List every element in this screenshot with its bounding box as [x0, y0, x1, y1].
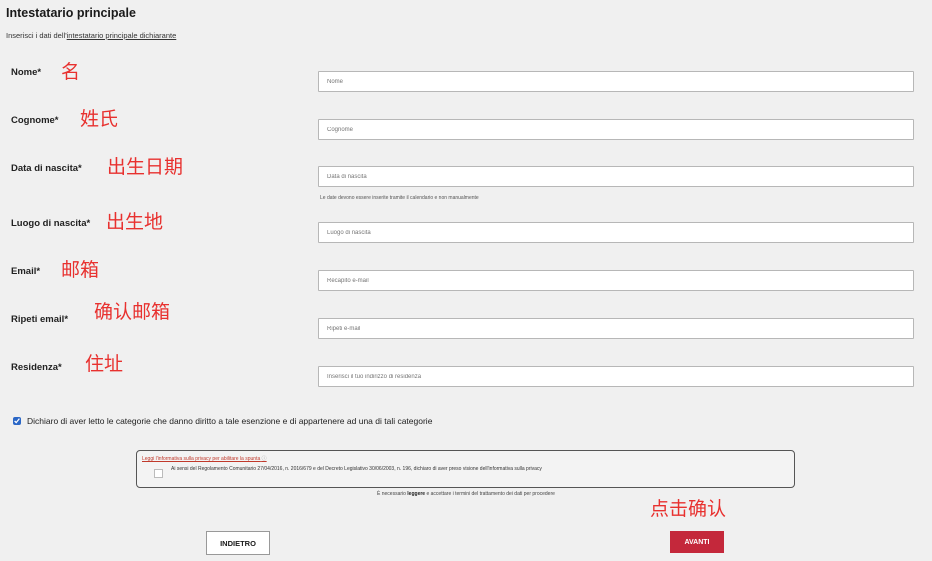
consent-checkbox[interactable] [13, 417, 21, 425]
annotation-residenza: 住址 [85, 353, 124, 375]
annotation-nome: 名 [61, 61, 81, 83]
label-luogo-nascita: Luogo di nascita* [11, 218, 91, 229]
ripeti-email-input[interactable] [318, 318, 914, 339]
consent-row[interactable]: Dichiaro di aver letto le categorie che … [13, 416, 432, 426]
annotation-luogo-nascita: 出生地 [106, 211, 164, 233]
privacy-checkbox[interactable] [154, 469, 163, 478]
label-email: Email* [11, 266, 41, 277]
annotation-email: 邮箱 [61, 259, 100, 281]
email-input[interactable] [318, 270, 914, 291]
privacy-note: È necessario leggere e accettare i termi… [377, 491, 555, 497]
consent-text: Dichiaro di aver letto le categorie che … [27, 416, 433, 426]
privacy-text: Ai sensi del Regolamento Comunitario 27/… [171, 466, 542, 472]
label-nome: Nome* [11, 67, 42, 78]
section-intro: Inserisci i dati dell'intestatario princ… [6, 31, 176, 40]
label-cognome: Cognome* [11, 115, 59, 126]
label-data-nascita: Data di nascita* [11, 163, 82, 174]
nome-input[interactable] [318, 71, 914, 92]
privacy-note-bold: leggere [407, 491, 426, 497]
privacy-link[interactable]: Leggi l'informativa sulla privacy per ab… [142, 455, 267, 462]
intro-text: Inserisci i dati dell' [6, 31, 67, 40]
label-residenza: Residenza* [11, 362, 62, 373]
annotation-data-nascita: 出生日期 [107, 156, 184, 178]
back-button[interactable]: INDIETRO [206, 531, 270, 555]
label-ripeti-email: Ripeti email* [11, 314, 69, 325]
cognome-input[interactable] [318, 119, 914, 140]
section-title: Intestatario principale [6, 6, 136, 20]
annotation-next: 点击确认 [650, 498, 727, 520]
privacy-box: Leggi l'informativa sulla privacy per ab… [136, 450, 795, 488]
privacy-link-text[interactable]: Leggi l'informativa sulla privacy per ab… [142, 456, 260, 462]
intro-link: intestatario principale dichiarante [66, 31, 177, 40]
annotation-cognome: 姓氏 [80, 108, 119, 130]
luogo-nascita-input[interactable] [318, 222, 914, 243]
date-hint: Le date devono essere inserite tramite i… [320, 195, 479, 201]
next-button[interactable]: AVANTI [670, 531, 724, 553]
annotation-ripeti-email: 确认邮箱 [94, 301, 171, 323]
privacy-note-prefix: È necessario [377, 491, 406, 497]
residenza-input[interactable] [318, 366, 914, 387]
privacy-note-suffix: e accettare i termini del trattamento de… [426, 491, 555, 497]
data-nascita-input[interactable] [318, 166, 914, 187]
info-icon: ⓘ [261, 456, 267, 462]
